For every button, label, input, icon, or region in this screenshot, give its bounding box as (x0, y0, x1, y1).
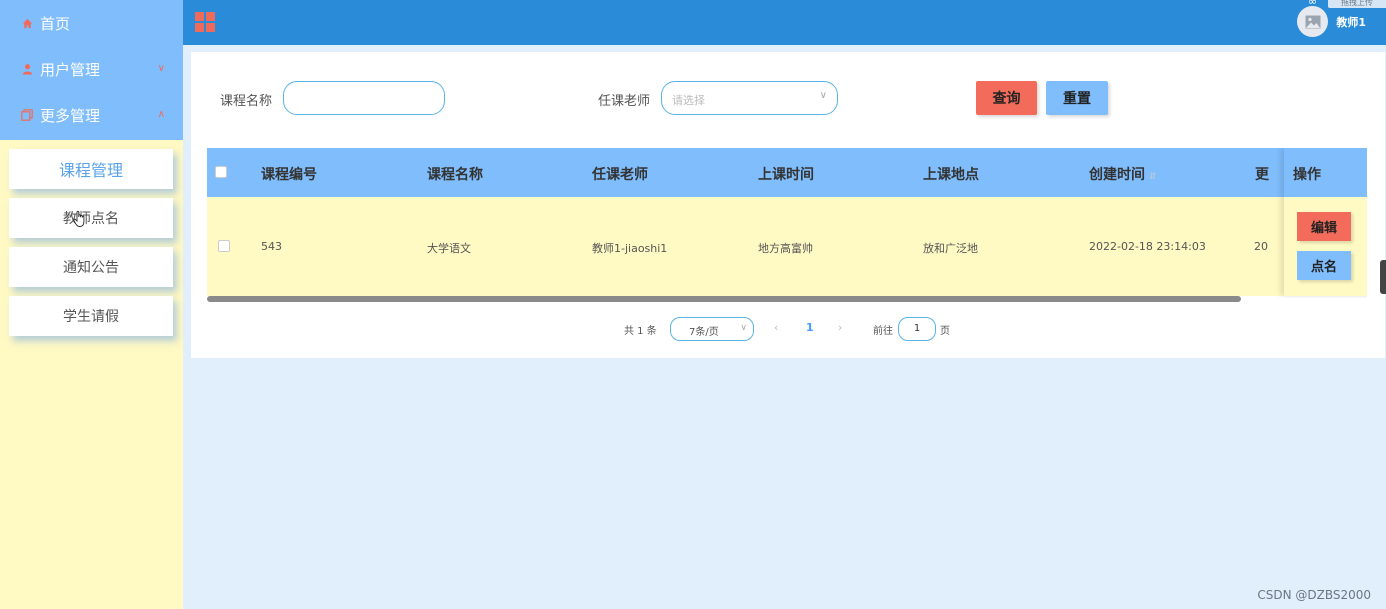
ops-header-label: 操作 (1293, 167, 1321, 183)
col-location: 上课地点 (923, 167, 979, 183)
chevron-down-icon: ∨ (157, 63, 165, 74)
prev-page-icon[interactable]: ‹ (774, 321, 778, 334)
total-count: 共 1 条 (624, 326, 657, 337)
col-created-time-label: 创建时间 (1089, 167, 1145, 183)
submenu-notices[interactable]: 通知公告 (9, 247, 173, 287)
user-icon (20, 63, 34, 75)
cell-course-name: 大学语文 (427, 242, 471, 255)
row-checkbox[interactable] (218, 240, 230, 252)
submenu-student-leave[interactable]: 学生请假 (9, 296, 173, 336)
select-all-checkbox[interactable] (215, 166, 227, 178)
sidebar-item-label: 更多管理 (40, 106, 101, 125)
cell-updated: 20 (1254, 240, 1268, 253)
user-menu[interactable]: 教师1 (1297, 6, 1366, 37)
sidebar-menu: 首页 用户管理 ∨ 更多管理 ∧ (0, 0, 183, 140)
sort-icon[interactable]: ⇵ (1149, 172, 1157, 182)
hand-cursor-icon (73, 210, 85, 227)
menu-toggle-icon[interactable] (195, 12, 215, 32)
page-size-value: 7条/页 (689, 327, 719, 338)
ops-column: 操作 编辑 点名 (1284, 148, 1367, 296)
sidebar-item-label: 用户管理 (40, 60, 101, 79)
chevron-down-icon: ∨ (740, 323, 747, 333)
user-name: 教师1 (1336, 15, 1366, 29)
home-icon (20, 18, 34, 29)
cell-course-id: 543 (261, 240, 282, 253)
submenu-list: 课程管理 教师点名 通知公告 学生请假 (0, 140, 183, 336)
image-icon (1305, 15, 1321, 28)
chevron-up-icon: ∧ (157, 109, 165, 120)
sidebar-item-label: 首页 (40, 14, 71, 33)
reset-button[interactable]: 重置 (1046, 81, 1108, 115)
page-size-select[interactable]: 7条/页 ∨ (670, 317, 754, 341)
submenu-teacher-rollcall[interactable]: 教师点名 (9, 198, 173, 238)
copy-icon (20, 109, 34, 121)
sidebar-item-user-management[interactable]: 用户管理 ∨ (0, 46, 183, 92)
cell-created-time: 2022-02-18 23:14:03 (1089, 240, 1206, 253)
chevron-down-icon: ∨ (819, 90, 827, 101)
teacher-label: 任课老师 (598, 94, 651, 109)
avatar[interactable] (1297, 6, 1329, 37)
teacher-select[interactable]: 请选择 ∨ (661, 81, 838, 115)
cell-class-time: 地方高富帅 (758, 242, 813, 255)
submenu-course-management[interactable]: 课程管理 (9, 149, 173, 189)
watermark: CSDN @DZBS2000 (1257, 588, 1371, 602)
col-class-time: 上课时间 (758, 167, 814, 183)
goto-page-input[interactable]: 1 (898, 317, 936, 341)
edit-button[interactable]: 编辑 (1297, 212, 1351, 241)
query-button[interactable]: 查询 (976, 81, 1037, 115)
course-table: 课程编号 课程名称 任课老师 上课时间 上课地点 创建时间 ⇵ 更 543 大学语… (207, 148, 1367, 298)
table-header: 课程编号 课程名称 任课老师 上课时间 上课地点 创建时间 ⇵ 更 (207, 148, 1367, 197)
cell-teacher: 教师1-jiaoshi1 (592, 242, 668, 255)
col-teacher: 任课老师 (592, 167, 648, 183)
search-form: 课程名称 任课老师 请选择 ∨ 查询 重置 (191, 81, 1385, 115)
table-row: 543 大学语文 教师1-jiaoshi1 地方高富帅 放和广泛地 2022-0… (207, 197, 1367, 296)
course-name-input[interactable] (283, 81, 445, 115)
pagination: 共 1 条 7条/页 ∨ ‹ 1 › 前往 1 页 (191, 317, 1385, 341)
col-course-name: 课程名称 (427, 167, 483, 183)
sidebar-item-home[interactable]: 首页 (0, 0, 183, 46)
sidebar-item-more-management[interactable]: 更多管理 ∧ (0, 92, 183, 138)
rollcall-button[interactable]: 点名 (1297, 251, 1351, 280)
cell-location: 放和广泛地 (923, 242, 978, 255)
col-course-id: 课程编号 (261, 167, 317, 183)
side-drawer-tab[interactable] (1380, 260, 1386, 294)
course-name-label: 课程名称 (220, 94, 273, 109)
ops-header: 操作 (1284, 148, 1367, 197)
col-updated: 更 (1255, 167, 1269, 183)
top-header: ∞ 拖拽上传 教师1 (183, 0, 1386, 45)
goto-label: 前往 (873, 326, 893, 337)
main-content-card: 课程名称 任课老师 请选择 ∨ 查询 重置 课程编号 课程名称 任课老师 上课时… (191, 52, 1385, 358)
table-horizontal-scrollbar[interactable] (207, 296, 1241, 302)
page-number-current[interactable]: 1 (806, 321, 814, 334)
page-unit-label: 页 (940, 326, 950, 337)
next-page-icon[interactable]: › (838, 321, 842, 334)
sidebar: 首页 用户管理 ∨ 更多管理 ∧ 课程管理 教师点名 通知公告 学生请假 (0, 0, 183, 609)
teacher-select-placeholder: 请选择 (672, 94, 705, 107)
col-created-time[interactable]: 创建时间 ⇵ (1089, 164, 1157, 184)
